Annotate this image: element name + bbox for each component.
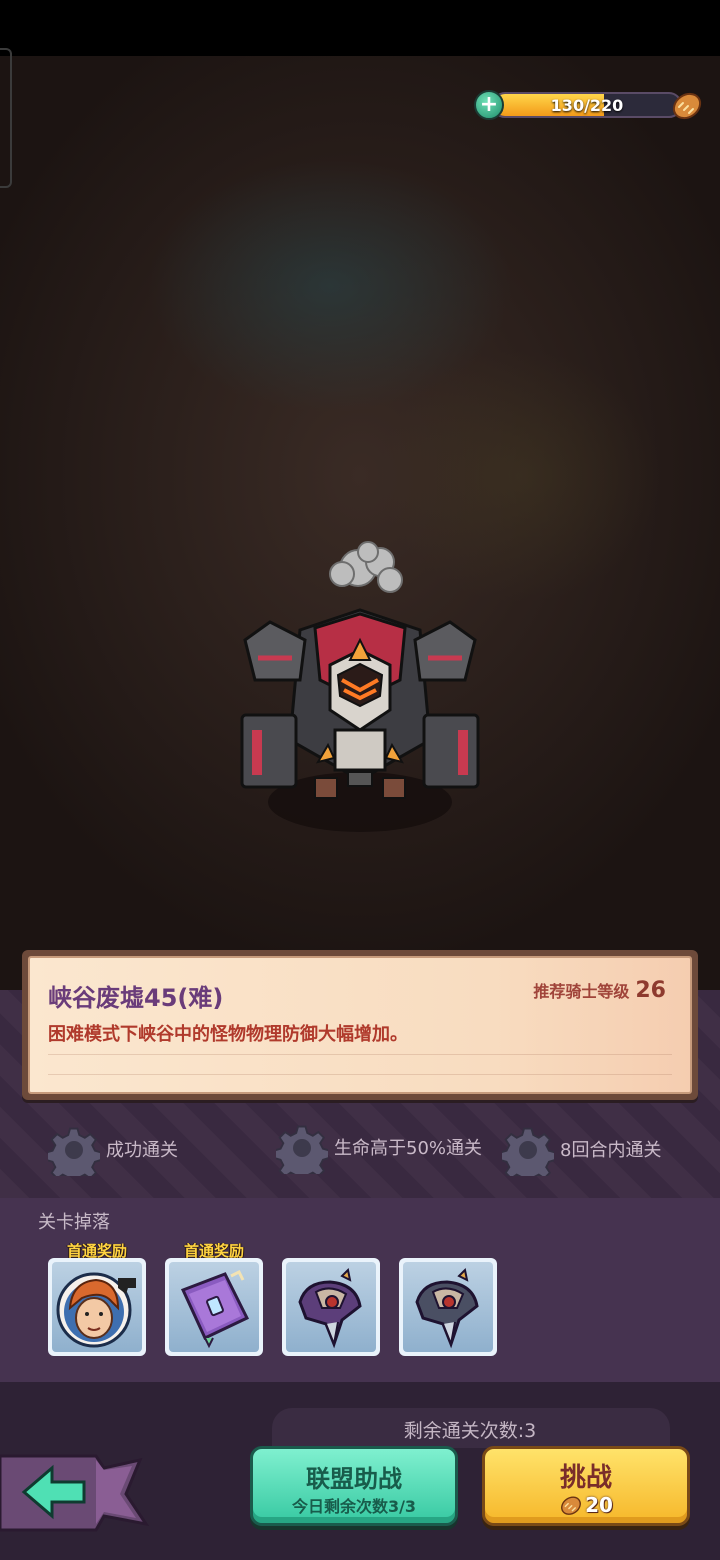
armor-piece-icon — [298, 1267, 362, 1349]
drops-title: 关卡掉落 — [38, 1212, 110, 1233]
stage-description: 困难模式下峡谷中的怪物物理防御大幅增加。 — [48, 1024, 408, 1045]
star-condition-1: 成功通关 — [48, 1120, 178, 1180]
bread-icon — [672, 92, 702, 120]
stage-info-paper: 峡谷废墟45(难) 推荐骑士等级 26 困难模式下峡谷中的怪物物理防御大幅增加。 — [28, 956, 692, 1094]
game-screen: 130/220 + 峡谷废墟45(难) 推荐骑士等级 26 困难模式下峡谷中的怪… — [0, 0, 720, 1560]
condition-text: 8回合内通关 — [560, 1139, 662, 1161]
stage-drops-panel: 关卡掉落 首通奖励 首通奖励 — [0, 1198, 720, 1382]
drop-item-frame — [403, 1262, 493, 1352]
gear-icon — [276, 1125, 328, 1174]
challenge-cost: 20 — [485, 1493, 687, 1517]
energy-bar: 130/220 + — [474, 88, 704, 122]
recommended-level-label: 推荐骑士等级 — [533, 982, 630, 1001]
alliance-assist-remaining: 今日剩余次数3/3 — [291, 1497, 417, 1516]
stage-info-card: 峡谷废墟45(难) 推荐骑士等级 26 困难模式下峡谷中的怪物物理防御大幅增加。 — [22, 950, 698, 1100]
drop-item-frame — [52, 1262, 142, 1352]
side-panel-tab[interactable] — [0, 48, 12, 188]
alliance-assist-label: 联盟助战 — [306, 1465, 402, 1493]
star-condition-2: 生命高于50%通关 — [276, 1118, 484, 1178]
back-button[interactable] — [0, 1450, 150, 1536]
drop-item-frame — [169, 1262, 259, 1352]
challenge-label: 挑战 — [559, 1463, 612, 1493]
condition-text: 成功通关 — [106, 1139, 178, 1161]
drop-item-1[interactable] — [48, 1258, 146, 1356]
paper-line — [48, 1074, 672, 1075]
gear-icon — [48, 1127, 100, 1176]
drop-item-3[interactable] — [282, 1258, 380, 1356]
hero-portrait-icon — [56, 1272, 136, 1348]
alliance-assist-button[interactable]: 联盟助战 今日剩余次数3/3 — [250, 1446, 458, 1526]
armor-piece-icon — [415, 1267, 479, 1349]
bread-icon — [561, 1496, 582, 1515]
remaining-clears-text: 剩余通关次数:3 — [403, 1420, 537, 1442]
challenge-cost-value: 20 — [585, 1493, 613, 1517]
status-bar-area — [0, 0, 720, 56]
star-condition-3: 8回合内通关 — [502, 1120, 661, 1180]
recommended-level-value: 26 — [635, 978, 666, 1003]
gear-icon — [502, 1127, 554, 1176]
plus-icon[interactable]: + — [474, 90, 504, 120]
boss-mech-sprite — [240, 541, 480, 832]
challenge-button[interactable]: 挑战 20 — [482, 1446, 690, 1526]
stage-title: 峡谷废墟45(难) — [48, 984, 224, 1012]
battle-scene-background — [0, 56, 720, 1006]
drop-item-2[interactable] — [165, 1258, 263, 1356]
paper-line — [48, 1054, 672, 1055]
drop-item-frame — [286, 1262, 376, 1352]
energy-track: 130/220 — [492, 92, 682, 118]
recommended-level: 推荐骑士等级 26 — [533, 978, 666, 1003]
drop-item-4[interactable] — [399, 1258, 497, 1356]
energy-value: 130/220 — [550, 95, 624, 115]
condition-text: 生命高于50%通关 — [334, 1137, 483, 1159]
spellbook-icon — [180, 1269, 250, 1349]
